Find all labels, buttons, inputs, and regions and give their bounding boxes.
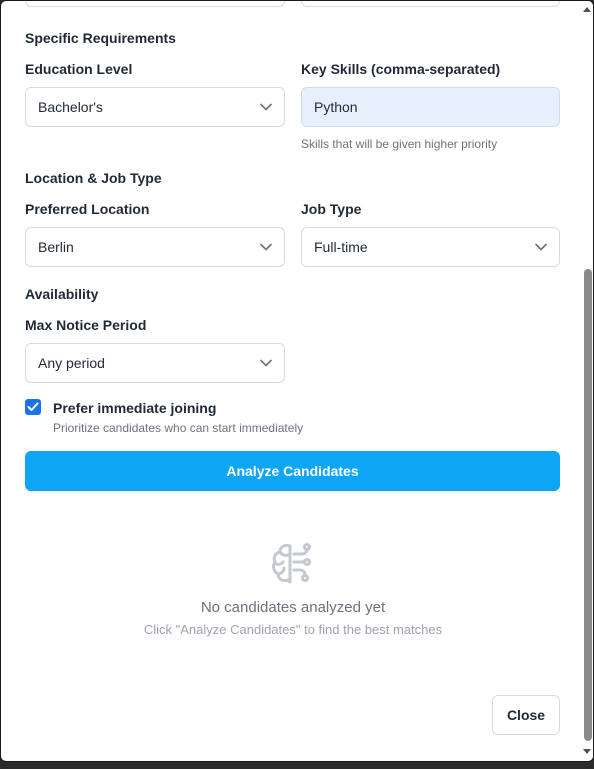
field-remnant-left [25, 1, 285, 7]
education-level-select[interactable]: Bachelor's [25, 87, 285, 127]
field-remnant-right [301, 1, 560, 7]
key-skills-hint: Skills that will be given higher priorit… [301, 137, 498, 151]
chevron-down-icon [535, 241, 547, 253]
section-title-availability: Availability [25, 286, 99, 302]
preferred-location-value: Berlin [38, 239, 74, 255]
empty-state-title: No candidates analyzed yet [200, 599, 386, 616]
max-notice-period-label: Max Notice Period [25, 317, 147, 333]
key-skills-input[interactable]: Python [301, 87, 560, 127]
key-skills-value: Python [314, 99, 358, 115]
prefer-immediate-hint: Prioritize candidates who can start imme… [53, 421, 304, 435]
job-type-select[interactable]: Full-time [301, 227, 560, 267]
key-skills-label: Key Skills (comma-separated) [301, 61, 501, 77]
scrolled-fields-remnant [25, 1, 560, 7]
close-button[interactable]: Close [492, 695, 560, 735]
preferred-location-label: Preferred Location [25, 201, 150, 217]
checkmark-icon [27, 402, 39, 411]
prefer-immediate-label[interactable]: Prefer immediate joining [53, 400, 216, 416]
analyze-candidates-button[interactable]: Analyze Candidates [25, 451, 560, 491]
section-title-specific-requirements: Specific Requirements [25, 30, 176, 46]
brain-icon [269, 540, 315, 586]
max-notice-period-value: Any period [38, 355, 105, 371]
education-level-label: Education Level [25, 61, 133, 77]
education-level-value: Bachelor's [38, 99, 103, 115]
job-type-label: Job Type [301, 201, 362, 217]
background-strip [0, 762, 594, 769]
scrollbar-thumb[interactable] [584, 269, 592, 741]
max-notice-period-select[interactable]: Any period [25, 343, 285, 383]
empty-state-subtitle: Click "Analyze Candidates" to find the b… [143, 622, 443, 637]
prefer-immediate-checkbox[interactable] [25, 399, 41, 415]
vertical-scrollbar[interactable] [581, 1, 593, 761]
job-type-value: Full-time [314, 239, 368, 255]
candidate-filter-dialog: Specific Requirements Education Level Ba… [0, 0, 594, 762]
chevron-down-icon [260, 357, 272, 369]
preferred-location-select[interactable]: Berlin [25, 227, 285, 267]
scroll-up-arrow-icon[interactable] [583, 7, 591, 12]
chevron-down-icon [260, 101, 272, 113]
chevron-down-icon [260, 241, 272, 253]
section-title-location-job-type: Location & Job Type [25, 170, 162, 186]
scroll-down-arrow-icon[interactable] [583, 749, 591, 754]
